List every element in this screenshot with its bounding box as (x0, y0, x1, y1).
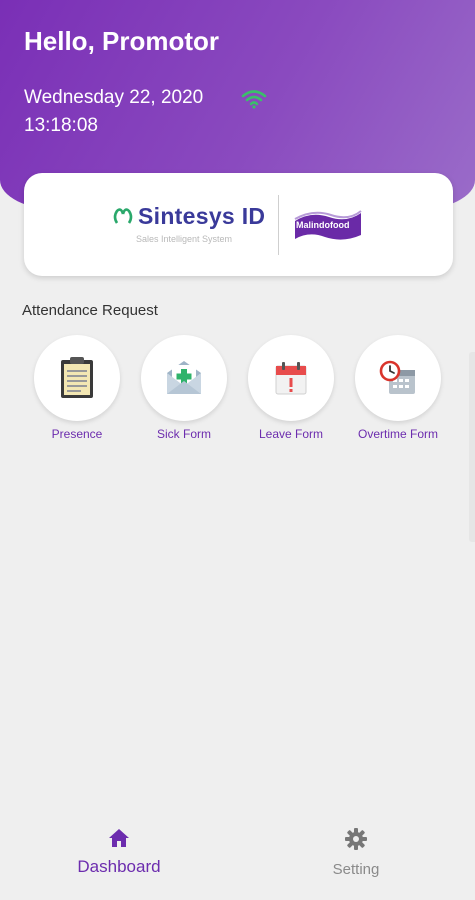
logo-card: Sintesys ID Sales Intelligent System Mal… (24, 173, 453, 276)
nav-setting[interactable]: Setting (286, 828, 426, 878)
bottom-nav: Dashboard Setting (0, 812, 475, 900)
partner-logo-text: Malindofood (296, 220, 350, 230)
sick-form-circle[interactable] (141, 335, 227, 421)
brand-name: Sintesys ID (138, 203, 266, 229)
sintesys-mark-icon (113, 207, 133, 224)
gear-icon (345, 828, 367, 850)
overtime-form-button[interactable]: Overtime Form (344, 335, 452, 441)
attendance-section-title: Attendance Request (22, 302, 158, 319)
date-text: Wednesday 22, 2020 (24, 87, 204, 108)
scroll-indicator[interactable] (469, 352, 475, 542)
presence-button[interactable]: Presence (23, 335, 131, 441)
overtime-form-circle[interactable] (355, 335, 441, 421)
clipboard-icon (61, 357, 93, 398)
brand-tagline: Sales Intelligent System (136, 234, 233, 244)
presence-circle[interactable] (34, 335, 120, 421)
time-text: 13:18:08 (24, 115, 98, 136)
home-icon (109, 829, 129, 847)
nav-dashboard-label: Dashboard (77, 857, 161, 876)
wifi-icon (241, 90, 267, 109)
sick-form-label: Sick Form (157, 427, 211, 441)
calendar-alert-icon (275, 362, 307, 395)
presence-label: Presence (51, 427, 103, 441)
leave-form-label: Leave Form (258, 427, 324, 441)
greeting-text: Hello, Promotor (24, 26, 220, 56)
leave-form-circle[interactable] (248, 335, 334, 421)
clock-calendar-icon (379, 360, 415, 394)
sintesys-logo: Sintesys ID (112, 203, 265, 230)
logo-divider (278, 195, 279, 255)
nav-setting-label: Setting (332, 861, 380, 878)
leave-form-button[interactable]: Leave Form (237, 335, 345, 441)
overtime-form-label: Overtime Form (357, 427, 438, 441)
sick-form-button[interactable]: Sick Form (130, 335, 238, 441)
envelope-plus-icon (167, 361, 201, 394)
nav-dashboard[interactable]: Dashboard (49, 828, 189, 877)
